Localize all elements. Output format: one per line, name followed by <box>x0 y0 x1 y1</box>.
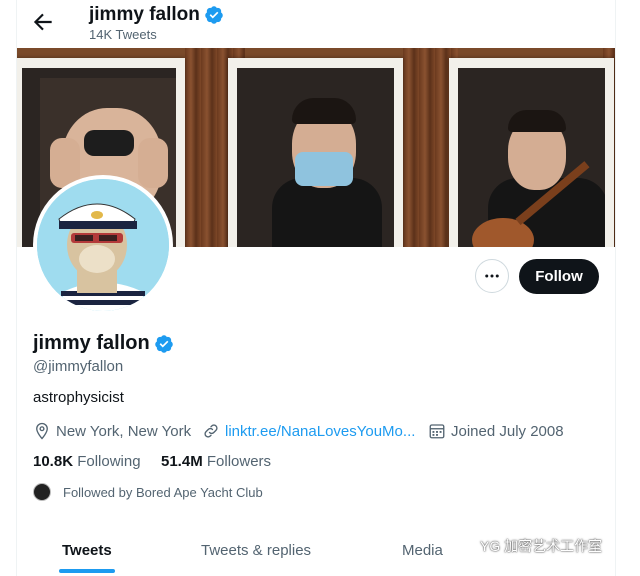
active-tab-indicator <box>59 569 115 573</box>
more-options-button[interactable] <box>475 259 509 293</box>
profile-joined: Joined July 2008 <box>428 422 564 440</box>
joined-text: Joined July 2008 <box>451 422 564 440</box>
followers-label: Followers <box>206 453 272 470</box>
header-name: jimmy fallon <box>89 4 224 26</box>
profile-location: New York, New York <box>33 422 191 440</box>
tab-tweets-and-replies[interactable]: Tweets & replies <box>201 525 311 576</box>
following-stat[interactable]: 10.8K Following <box>33 453 141 470</box>
location-pin-icon <box>36 422 48 440</box>
tab-media[interactable]: Media <box>402 525 443 576</box>
followed-by-text: Followed by Bored Ape Yacht Club <box>63 484 263 500</box>
follow-button[interactable]: Follow <box>519 259 599 294</box>
verified-badge-icon <box>154 334 173 353</box>
banner-photo-3 <box>449 58 614 247</box>
wechat-icon <box>452 537 474 554</box>
profile-name-text: jimmy fallon <box>33 332 150 354</box>
header-name-text: jimmy fallon <box>89 4 200 25</box>
calendar-icon <box>429 424 445 439</box>
profile-handle: @jimmyfallon <box>33 358 124 375</box>
profile-bio: astrophysicist <box>33 389 124 406</box>
watermark: YG 加密艺术工作室 <box>452 536 602 556</box>
verified-badge-icon <box>205 6 223 24</box>
following-count: 10.8K <box>33 453 74 470</box>
bored-ape-avatar-image <box>37 179 169 311</box>
back-arrow-icon[interactable] <box>30 9 56 35</box>
profile-website[interactable]: linktr.ee/NanaLovesYouMo... <box>202 422 415 440</box>
profile-avatar[interactable] <box>33 175 173 315</box>
watermark-text: YG 加密艺术工作室 <box>480 538 603 554</box>
profile-name: jimmy fallon <box>33 332 174 355</box>
follower-avatar <box>33 483 51 501</box>
more-dots-icon <box>485 274 499 278</box>
followed-by-row[interactable]: Followed by Bored Ape Yacht Club <box>33 483 263 501</box>
top-bar: jimmy fallon 14K Tweets <box>0 0 640 48</box>
header-tweet-count: 14K Tweets <box>89 27 157 42</box>
link-icon <box>204 424 218 438</box>
location-text: New York, New York <box>56 422 192 440</box>
banner-photo-2 <box>228 58 403 247</box>
website-link[interactable]: linktr.ee/NanaLovesYouMo... <box>225 423 415 440</box>
following-label: Following <box>77 453 141 470</box>
followers-stat[interactable]: 51.4M Followers <box>161 453 271 470</box>
followers-count: 51.4M <box>161 453 203 470</box>
